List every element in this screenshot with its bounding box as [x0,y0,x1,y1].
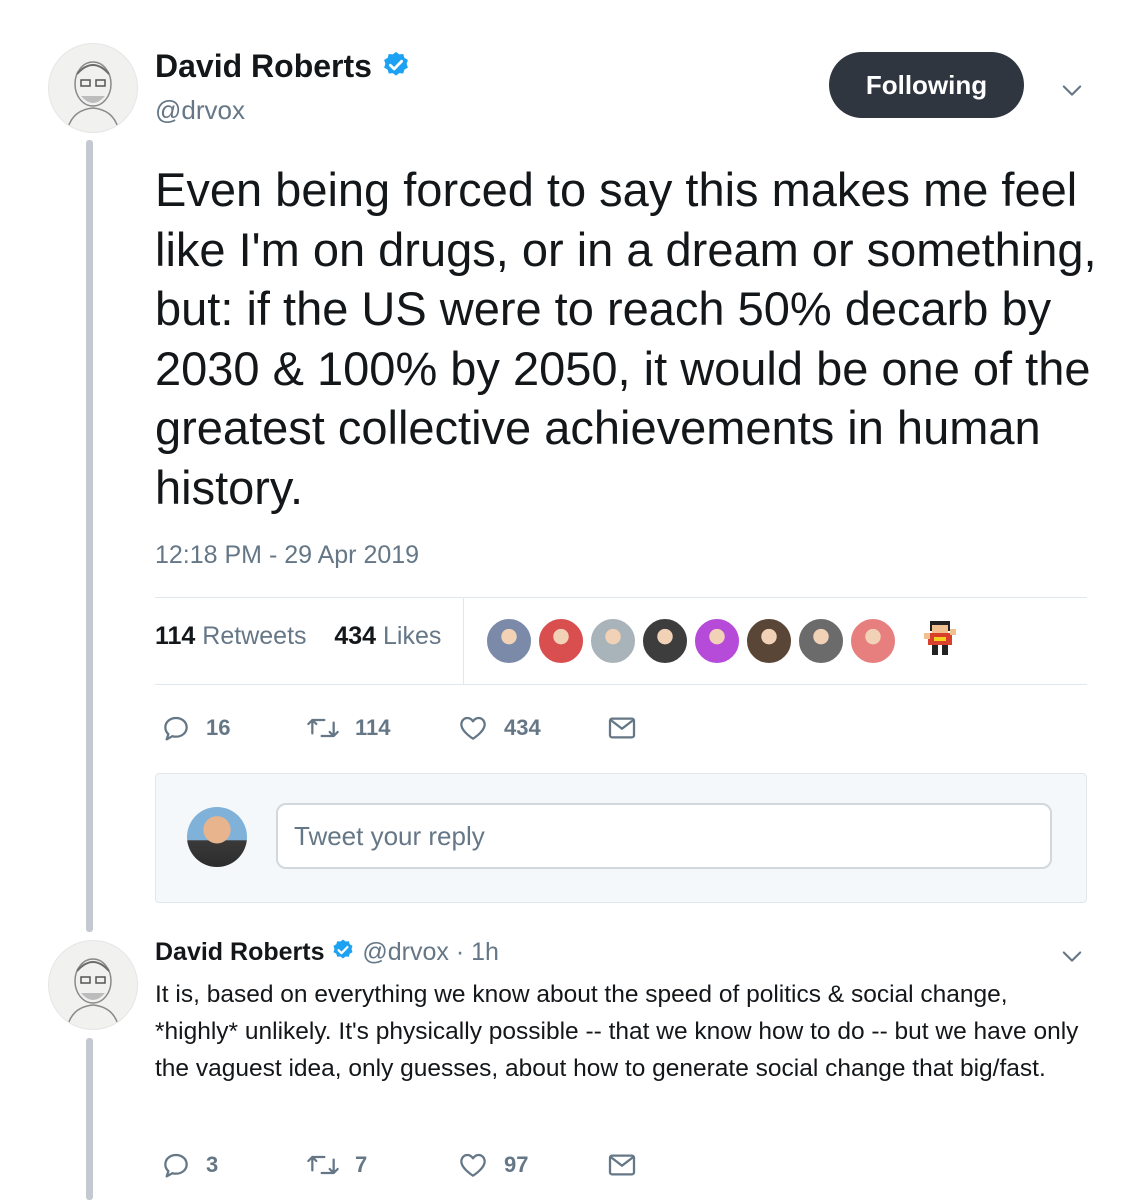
retweets-label[interactable]: Retweets [202,622,306,650]
liker-avatar[interactable] [797,617,845,665]
reply-author-name[interactable]: David Roberts [155,938,324,966]
retweet-count: 7 [355,1152,368,1177]
thread-line-bottom [86,1038,93,1200]
engagement-stats: 114 Retweets 434 Likes [155,622,441,651]
liker-avatar[interactable] [693,617,741,665]
retweets-count[interactable]: 114 [155,622,195,650]
like-count: 434 [504,715,541,740]
reply-author-avatar[interactable] [48,940,138,1030]
reply-header: David Roberts @drvox · 1h [155,938,499,969]
pixel-character-avatar[interactable] [918,617,962,666]
liker-avatar[interactable] [485,617,533,665]
chevron-down-icon[interactable] [1058,76,1086,109]
like-count: 97 [504,1152,529,1177]
message-icon [608,1154,636,1176]
thread-line-top [86,140,93,932]
likes-count[interactable]: 434 [334,622,376,650]
reply-icon [164,716,188,741]
reply-time[interactable]: 1h [471,938,499,966]
reply-action[interactable]: 16 [160,712,230,744]
liker-avatar[interactable] [745,617,793,665]
reply-count: 3 [206,1152,219,1177]
reply-author-handle[interactable]: @drvox [362,938,449,966]
author-name[interactable]: David Roberts [155,48,372,84]
message-icon [608,717,636,739]
retweet-icon [307,1155,339,1175]
liker-avatar[interactable] [641,617,689,665]
tweet-text: Even being forced to say this makes me f… [155,163,1097,514]
retweet-action[interactable]: 7 [305,1149,367,1181]
retweet-count: 114 [355,715,391,740]
divider [155,684,1087,685]
like-action[interactable]: 97 [456,1149,528,1181]
liker-avatar[interactable] [589,617,637,665]
likes-label[interactable]: Likes [383,622,441,650]
current-user-avatar[interactable] [187,807,247,867]
verified-badge-icon [381,50,411,88]
author-header: David Roberts [155,48,411,88]
liker-avatar[interactable] [537,617,585,665]
message-action[interactable] [606,1149,652,1181]
following-button[interactable]: Following [829,52,1024,118]
meta-separator: · [455,938,465,967]
like-icon [460,1153,486,1177]
reply-icon [164,1153,188,1178]
divider [155,597,1087,598]
message-action[interactable] [606,712,652,744]
author-avatar[interactable] [48,43,138,133]
reply-count: 16 [206,715,231,740]
verified-badge-icon [331,938,355,969]
author-handle[interactable]: @drvox [155,95,245,126]
chevron-down-icon[interactable] [1058,942,1086,975]
stats-separator [463,598,464,684]
retweet-action[interactable]: 114 [305,712,391,744]
reply-composer [155,773,1087,903]
retweet-icon [307,718,339,738]
like-icon [460,716,486,740]
liker-avatar[interactable] [849,617,897,665]
reply-text: It is, based on everything we know about… [155,981,1079,1082]
like-action[interactable]: 434 [456,712,541,744]
reply-action[interactable]: 3 [160,1149,218,1181]
reply-input[interactable] [276,803,1052,869]
tweet-timestamp[interactable]: 12:18 PM - 29 Apr 2019 [155,541,419,570]
